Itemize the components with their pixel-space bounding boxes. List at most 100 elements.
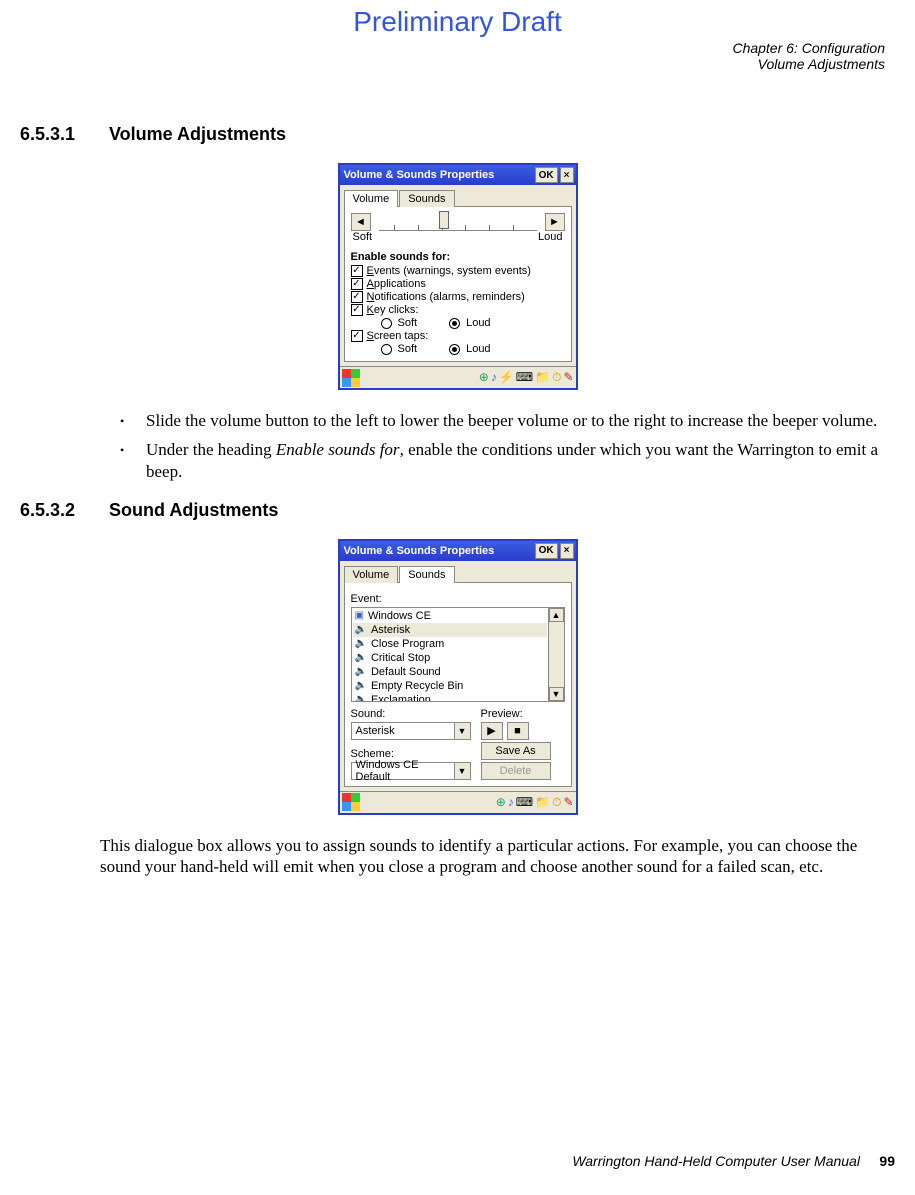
volume-slider-row: ◄ ► [351,213,565,231]
header-chapter: Chapter 6: Configuration [732,40,885,56]
tabs: Volume Sounds [340,185,576,206]
list-item[interactable]: ▣Windows CE [353,609,547,623]
list-item[interactable]: 🔈 Empty Recycle Bin [353,679,547,693]
bullet-list-1: • Slide the volume button to the left to… [120,410,895,482]
taskbar[interactable]: ⊕ ♪ ⚡ ⌨ 📁 ⏱ ✎ [340,366,576,388]
keys-radio-row: Soft Loud [381,317,565,329]
dialog-title-2: Volume & Sounds Properties [342,545,533,557]
title-bar-2[interactable]: Volume & Sounds Properties OK × [340,541,576,561]
list-item[interactable]: 🔈Asterisk [353,623,547,637]
preview-label: Preview: [481,708,529,720]
keys-loud-label: Loud [466,317,490,329]
tray-pen-icon[interactable]: ✎ [563,370,573,385]
tray-sound-icon[interactable]: ♪ [491,370,497,385]
tray-clock-icon[interactable]: ⏱ [552,370,561,385]
start-button-icon[interactable] [342,369,360,387]
system-tray-2[interactable]: ⊕ ♪ ⌨ 📁 ⏱ ✎ [496,795,574,810]
speaker-soft-icon: ◄ [355,216,366,228]
scroll-up-button[interactable]: ▲ [549,608,564,622]
speaker-icon: 🔈 [355,680,367,691]
section-number-2: 6.5.3.2 [20,500,104,521]
taskbar-2[interactable]: ⊕ ♪ ⌨ 📁 ⏱ ✎ [340,791,576,813]
checkbox-keys[interactable]: ✓ [351,304,363,316]
ok-button-2[interactable]: OK [535,543,558,559]
tray-clock-icon[interactable]: ⏱ [552,795,561,810]
paragraph-sounds-description: This dialogue box allows you to assign s… [100,835,895,878]
volume-down-button[interactable]: ◄ [351,213,371,231]
save-as-button[interactable]: Save As [481,742,551,760]
chevron-down-icon[interactable]: ▼ [454,763,470,779]
list-item[interactable]: 🔈 Critical Stop [353,651,547,665]
tray-power-icon[interactable]: ⚡ [499,370,514,385]
scheme-combo[interactable]: Windows CE Default ▼ [351,762,471,780]
volume-up-button[interactable]: ► [545,213,565,231]
sound-combo-value: Asterisk [352,725,454,737]
close-button[interactable]: × [560,167,574,183]
delete-button[interactable]: Delete [481,762,551,780]
list-item-label: Empty Recycle Bin [371,680,463,692]
tab-sounds[interactable]: Sounds [399,190,454,207]
tab-volume-2[interactable]: Volume [344,566,399,583]
list-item[interactable]: 🔈Close Program [353,637,547,651]
listbox-scrollbar[interactable]: ▲ ▼ [548,608,564,701]
checkbox-notif-label: Notifications (alarms, reminders) [367,291,525,303]
bullet-2-text-a: Under the heading [146,440,276,459]
taps-loud-radio[interactable] [449,344,460,355]
tab-sounds-2[interactable]: Sounds [399,566,454,583]
tray-network-icon[interactable]: ⊕ [479,370,489,385]
keys-loud-radio[interactable] [449,318,460,329]
section-number-1: 6.5.3.1 [20,124,104,145]
speaker-loud-icon: ► [549,216,560,228]
footer-page-number: 99 [879,1153,895,1169]
checkbox-notif[interactable]: ✓ [351,291,363,303]
tray-network-icon[interactable]: ⊕ [496,795,506,810]
checkbox-events-label: Events (warnings, system events) [367,265,531,277]
system-tray[interactable]: ⊕ ♪ ⚡ ⌨ 📁 ⏱ ✎ [479,370,574,385]
list-item[interactable]: 🔈Exclamation [353,693,547,702]
list-item-label: Critical Stop [371,652,430,664]
start-button-icon[interactable] [342,793,360,811]
ok-button[interactable]: OK [535,167,558,183]
volume-tab-body: ◄ ► Soft Loud Enable soun [344,206,572,362]
tray-keyboard-icon[interactable]: ⌨ [516,795,533,810]
close-button-2[interactable]: × [560,543,574,559]
speaker-icon: 🔈 [355,652,367,663]
checkbox-events-row[interactable]: ✓ Events (warnings, system events) [351,265,565,277]
keys-soft-radio[interactable] [381,318,392,329]
checkbox-events[interactable]: ✓ [351,265,363,277]
header-section: Volume Adjustments [732,56,885,72]
volume-slider-thumb[interactable] [439,211,449,229]
bullet-2: • Under the heading Enable sounds for, e… [120,439,895,482]
tray-folder-icon[interactable]: 📁 [535,795,550,810]
volume-slider[interactable] [379,213,537,231]
tabs-2: Volume Sounds [340,561,576,582]
sound-combo[interactable]: Asterisk ▼ [351,722,471,740]
event-listbox[interactable]: ▣Windows CE 🔈Asterisk 🔈Close Program 🔈 Cr… [351,607,565,702]
title-bar[interactable]: Volume & Sounds Properties OK × [340,165,576,185]
volume-properties-dialog: Volume & Sounds Properties OK × Volume S… [338,163,578,390]
running-header: Chapter 6: Configuration Volume Adjustme… [732,40,885,72]
tray-sound-icon[interactable]: ♪ [508,795,514,810]
checkbox-apps-row[interactable]: ✓ Applications [351,278,565,290]
checkbox-keys-row[interactable]: ✓ Key clicks: [351,304,565,316]
event-label: Event: [351,593,565,605]
checkbox-taps[interactable]: ✓ [351,330,363,342]
checkbox-taps-row[interactable]: ✓ Screen taps: [351,330,565,342]
taps-soft-radio[interactable] [381,344,392,355]
tab-volume[interactable]: Volume [344,190,399,207]
scroll-down-button[interactable]: ▼ [549,687,564,701]
label-soft: Soft [353,231,373,243]
slider-labels: Soft Loud [351,231,565,243]
bullet-1-text: Slide the volume button to the left to l… [146,411,877,430]
chevron-down-icon[interactable]: ▼ [454,723,470,739]
tray-folder-icon[interactable]: 📁 [535,370,550,385]
checkbox-apps[interactable]: ✓ [351,278,363,290]
play-button[interactable]: ▶ [481,722,503,740]
tray-pen-icon[interactable]: ✎ [563,795,573,810]
list-item-label: Exclamation [371,694,431,702]
list-item[interactable]: 🔈Default Sound [353,665,547,679]
tray-keyboard-icon[interactable]: ⌨ [516,370,533,385]
taps-radio-row: Soft Loud [381,343,565,355]
stop-button[interactable]: ■ [507,722,529,740]
checkbox-notif-row[interactable]: ✓ Notifications (alarms, reminders) [351,291,565,303]
